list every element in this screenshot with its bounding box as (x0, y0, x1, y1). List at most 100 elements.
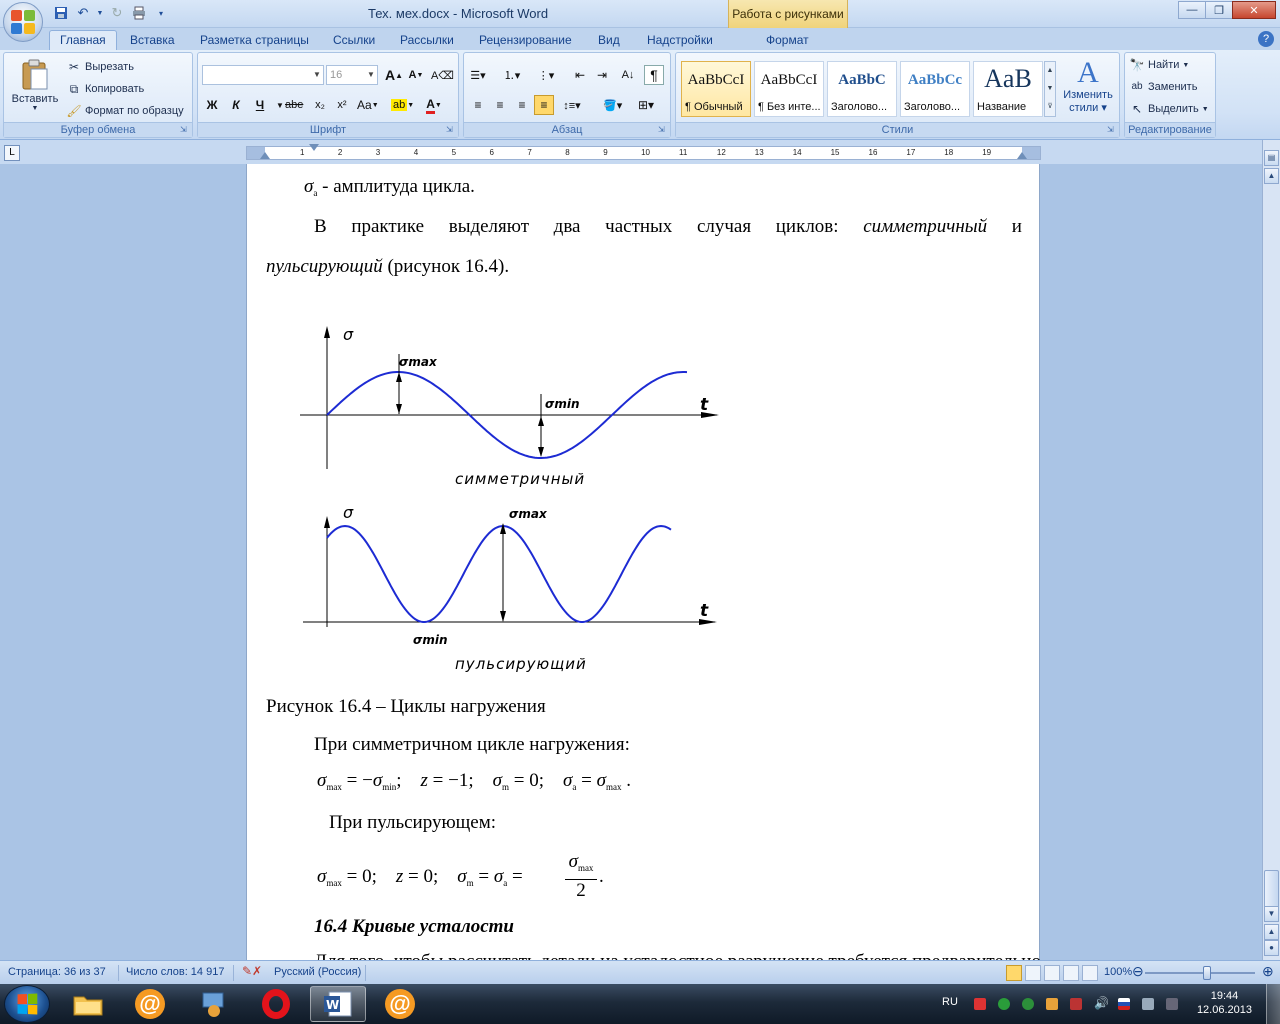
horizontal-ruler[interactable]: 1 2 3 4 5 6 7 8 9 10 11 12 13 14 15 16 17 18 19 (246, 144, 1041, 160)
zoom-in-button[interactable]: ⊕ (1262, 963, 1274, 980)
italic-button[interactable]: К (226, 95, 246, 115)
mail-tray-icon[interactable] (1046, 998, 1058, 1010)
align-center-icon[interactable]: ≡ (490, 95, 510, 115)
style-normal[interactable]: AaBbCcI ¶ Обычный (681, 61, 751, 117)
tab-insert[interactable]: Вставка (130, 31, 175, 50)
document-page[interactable]: σa - амплитуда цикла. В практике выделяю… (246, 164, 1041, 960)
taskbar-word[interactable]: W (310, 986, 366, 1022)
show-desktop-button[interactable] (1266, 984, 1280, 1024)
minimize-button[interactable]: — (1178, 1, 1206, 19)
print-layout-view-icon[interactable] (1006, 965, 1022, 981)
start-button[interactable] (4, 985, 50, 1023)
taskbar-mail-agent[interactable]: @ (122, 986, 178, 1022)
tab-page-layout[interactable]: Разметка страницы (200, 31, 309, 50)
grow-font-button[interactable]: A ▲ (384, 65, 404, 85)
style-heading-2[interactable]: AaBbCc Заголово... (900, 61, 970, 117)
tab-references[interactable]: Ссылки (333, 31, 375, 50)
show-marks-icon[interactable]: ¶ (644, 65, 664, 85)
align-left-icon[interactable]: ≡ (468, 95, 488, 115)
multilevel-list-icon[interactable]: ⋮▾ (536, 65, 556, 85)
replace-button[interactable]: ab Заменить (1129, 79, 1197, 95)
utorrent-icon[interactable] (1022, 998, 1034, 1010)
icq-icon[interactable] (998, 998, 1010, 1010)
web-layout-view-icon[interactable] (1044, 965, 1060, 981)
right-indent-marker[interactable] (1017, 152, 1027, 159)
sort-icon[interactable]: A↓ (618, 65, 638, 85)
office-button[interactable] (3, 2, 43, 42)
figure-cycles[interactable]: σ σmax σmin t симметричный σ σmax σmin t… (297, 324, 727, 684)
browse-object-button[interactable]: ● (1264, 940, 1279, 956)
first-line-indent-marker[interactable] (309, 144, 319, 151)
clipboard-launcher-icon[interactable]: ⇲ (180, 125, 190, 135)
tab-mailings[interactable]: Рассылки (400, 31, 454, 50)
restore-button[interactable]: ❐ (1205, 1, 1233, 19)
tab-home[interactable]: Главная (49, 30, 117, 50)
zoom-slider[interactable] (1145, 972, 1255, 974)
full-screen-view-icon[interactable] (1025, 965, 1041, 981)
scroll-down-button[interactable]: ▼ (1264, 906, 1279, 922)
font-size-combo[interactable]: 16 ▼ (326, 65, 378, 85)
left-indent-marker[interactable] (260, 152, 270, 159)
decrease-indent-icon[interactable]: ⇤ (570, 65, 590, 85)
styles-scroll[interactable]: ▲ ▼ ⊽ (1044, 61, 1056, 117)
taskbar-opera[interactable] (248, 986, 304, 1022)
bold-button[interactable]: Ж (202, 95, 222, 115)
paragraph-launcher-icon[interactable]: ⇲ (658, 125, 668, 135)
justify-icon[interactable]: ≡ (534, 95, 554, 115)
save-icon[interactable] (52, 4, 70, 22)
format-painter-button[interactable]: 🖌 Формат по образцу (66, 103, 183, 119)
tab-view[interactable]: Вид (598, 31, 620, 50)
underline-button[interactable]: Ч (250, 95, 270, 115)
copy-button[interactable]: ⧉ Копировать (66, 81, 145, 97)
change-case-button[interactable]: Aa ▼ (356, 95, 380, 115)
font-color-button[interactable]: A ▼ (424, 95, 444, 115)
select-button[interactable]: ↖ Выделить ▼ (1129, 101, 1209, 117)
style-no-spacing[interactable]: AaBbCcI ¶ Без инте... (754, 61, 824, 117)
bullets-icon[interactable]: ☰▾ (468, 65, 488, 85)
find-button[interactable]: 🔭 Найти ▼ (1129, 57, 1190, 73)
numbering-icon[interactable]: ⒈▾ (502, 65, 522, 85)
zoom-level[interactable]: 100% (1104, 966, 1132, 978)
increase-indent-icon[interactable]: ⇥ (592, 65, 612, 85)
customize-qat-icon[interactable]: ▾ (152, 4, 170, 22)
vertical-scrollbar[interactable]: ▤ ▲ ▼ ▲ ● (1262, 140, 1280, 960)
tab-review[interactable]: Рецензирование (479, 31, 572, 50)
tray-misc-icon[interactable] (1166, 998, 1178, 1010)
borders-icon[interactable]: ⊞▾ (636, 95, 656, 115)
tab-addins[interactable]: Надстройки (647, 31, 713, 50)
style-title[interactable]: AaB Название (973, 61, 1043, 117)
undo-icon[interactable]: ↶ (74, 4, 92, 22)
taskbar-network-app[interactable] (186, 986, 242, 1022)
clear-formatting-icon[interactable]: A⌫ (430, 65, 455, 85)
proofing-icon[interactable]: ✎✗ (242, 964, 262, 978)
word-count[interactable]: Число слов: 14 917 (126, 966, 224, 978)
paste-button[interactable]: Вставить ▼ (10, 59, 60, 112)
line-spacing-icon[interactable]: ↕≡▾ (562, 95, 582, 115)
undo-dropdown-icon[interactable]: ▼ (96, 4, 104, 22)
align-right-icon[interactable]: ≡ (512, 95, 532, 115)
draft-view-icon[interactable] (1082, 965, 1098, 981)
tab-selector[interactable]: L (4, 145, 20, 161)
close-button[interactable]: ✕ (1232, 1, 1276, 19)
help-icon[interactable]: ? (1258, 31, 1274, 47)
volume-icon[interactable]: 🔊 (1094, 996, 1109, 1010)
font-launcher-icon[interactable]: ⇲ (446, 125, 456, 135)
taskbar-mail-agent-2[interactable]: @ (372, 986, 428, 1022)
zoom-out-button[interactable]: ⊖ (1132, 963, 1144, 980)
shrink-font-button[interactable]: A ▼ (406, 65, 426, 85)
shading-icon[interactable]: 🪣▾ (602, 95, 623, 115)
strikethrough-button[interactable]: abe (284, 95, 304, 115)
antivirus-icon[interactable] (974, 998, 986, 1010)
scroll-up-button[interactable]: ▲ (1264, 168, 1279, 184)
tab-format[interactable]: Формат (766, 31, 809, 50)
zoom-slider-knob[interactable] (1203, 966, 1211, 980)
style-heading-1[interactable]: AaBbC Заголово... (827, 61, 897, 117)
cut-button[interactable]: ✂ Вырезать (66, 59, 134, 75)
change-styles-button[interactable]: A Изменить стили ▾ (1060, 57, 1116, 115)
tray-app-icon[interactable] (1070, 998, 1082, 1010)
highlight-button[interactable]: ab ▼ (390, 95, 415, 115)
page-count[interactable]: Страница: 36 из 37 (8, 966, 106, 978)
flag-ru-icon[interactable] (1118, 998, 1130, 1010)
superscript-button[interactable]: x² (332, 95, 352, 115)
print-icon[interactable] (130, 4, 148, 22)
